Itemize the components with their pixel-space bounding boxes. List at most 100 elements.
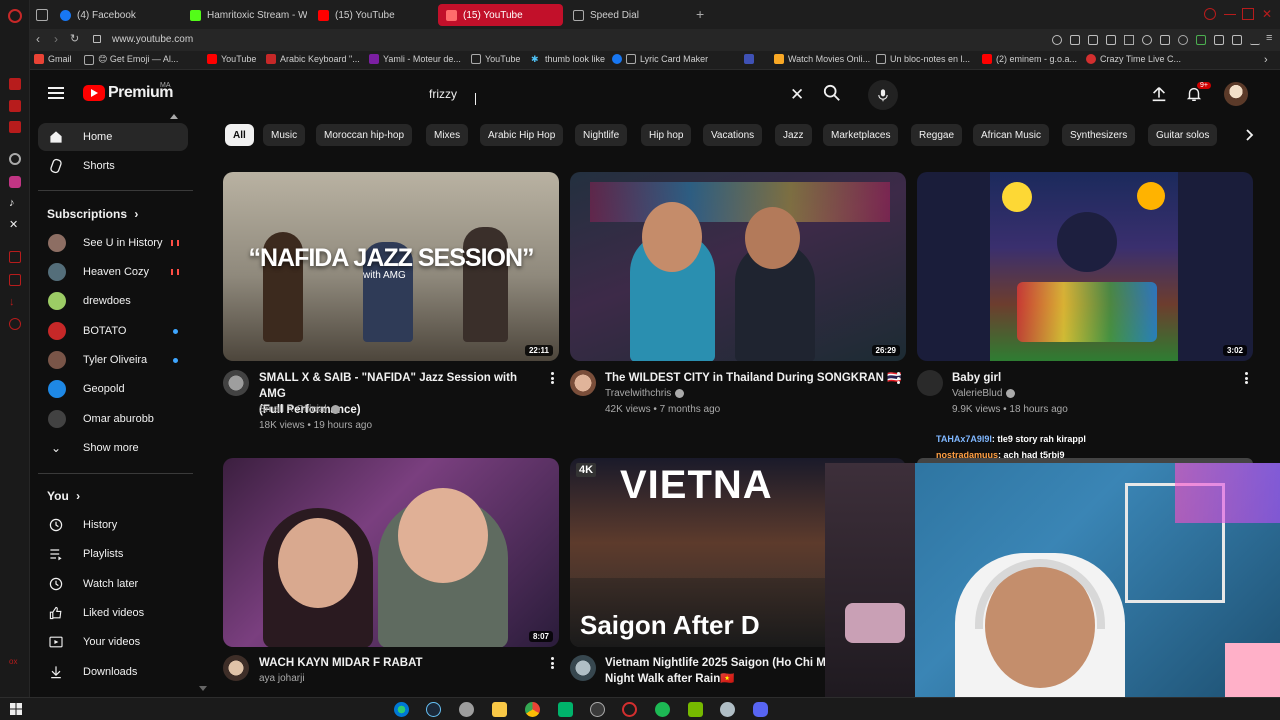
settings-icon[interactable] — [9, 318, 21, 330]
player-icon[interactable] — [1142, 35, 1152, 45]
opera-logo-icon[interactable] — [8, 9, 22, 23]
chip-filter[interactable]: Mixes — [426, 124, 469, 146]
subscription-item[interactable]: Tyler Oliveira — [38, 346, 188, 374]
bookmark-item[interactable]: Un bloc-notes en l... — [876, 54, 970, 64]
app-icon[interactable] — [459, 702, 474, 717]
nav-shorts[interactable]: Shorts — [38, 152, 188, 180]
account-avatar[interactable] — [1224, 82, 1248, 106]
show-more-button[interactable]: ⌄ Show more — [38, 434, 188, 462]
opera-gx-icon[interactable] — [622, 702, 637, 717]
subscriptions-heading[interactable]: Subscriptions › — [47, 207, 138, 221]
obs-icon[interactable] — [590, 702, 605, 717]
video-title[interactable]: Vietnam Nightlife 2025 Saigon (Ho Chi Mi… — [605, 655, 825, 687]
bookmarks-icon[interactable] — [9, 274, 21, 286]
chip-filter[interactable]: Jazz — [775, 124, 812, 146]
bookmark-item[interactable]: (2) eminem - g.o.a... — [982, 54, 1077, 64]
telegram-icon[interactable] — [9, 121, 21, 133]
download-icon[interactable] — [1250, 35, 1260, 45]
tab-youtube[interactable]: (15) YouTube — [310, 4, 435, 26]
camera-icon[interactable] — [1088, 35, 1098, 45]
vpn-icon[interactable] — [9, 153, 21, 165]
channel-avatar[interactable] — [570, 655, 596, 681]
more-options-icon[interactable] — [897, 372, 900, 384]
tab-youtube-active[interactable]: (15) YouTube — [438, 4, 563, 26]
maximize-icon[interactable] — [1242, 8, 1254, 20]
more-options-icon[interactable] — [551, 657, 554, 669]
chips-next-icon[interactable] — [1238, 124, 1260, 146]
easy-setup-icon[interactable]: ≡ — [1266, 32, 1272, 44]
search-icon[interactable] — [823, 84, 841, 102]
app-icon[interactable] — [720, 702, 735, 717]
video-title[interactable]: The WILDEST CITY in Thailand During SONG… — [605, 370, 902, 386]
bookmark-item[interactable]: YouTube — [207, 54, 256, 64]
forward-icon[interactable]: › — [54, 32, 58, 46]
upload-icon[interactable] — [1150, 85, 1168, 103]
channel-name[interactable]: Small X Official — [259, 402, 340, 418]
messenger-icon[interactable] — [9, 78, 21, 90]
video-thumbnail[interactable]: “NAFIDA JAZZ SESSION” with AMG 22:11 — [223, 172, 559, 361]
bookmark-star-icon[interactable] — [1124, 35, 1134, 45]
zoom-icon[interactable] — [1052, 35, 1062, 45]
bookmark-item[interactable]: Gmail — [34, 54, 72, 64]
channel-avatar[interactable] — [917, 370, 943, 396]
subscription-item[interactable]: BOTATO — [38, 317, 188, 345]
instagram-icon[interactable] — [9, 176, 21, 188]
bookmark-item[interactable]: Lyric Card Maker — [612, 54, 708, 64]
chip-filter[interactable]: Hip hop — [641, 124, 692, 146]
windows-start-icon[interactable] — [10, 703, 22, 715]
channel-avatar[interactable] — [223, 370, 249, 396]
reload-icon[interactable]: ↻ — [70, 32, 79, 45]
voice-search-button[interactable] — [868, 80, 898, 110]
x-twitter-icon[interactable]: ✕ — [9, 219, 21, 231]
bookmark-item[interactable]: Watch Movies Onli... — [774, 54, 870, 64]
wallet-icon[interactable] — [1160, 35, 1170, 45]
chip-filter[interactable]: Guitar solos — [1148, 124, 1218, 146]
snapshot-icon[interactable] — [1232, 35, 1242, 45]
extension-icon[interactable] — [1196, 35, 1206, 45]
video-title[interactable]: Baby girl — [952, 370, 1237, 386]
scroll-up-arrow-icon[interactable] — [170, 113, 178, 119]
nav-your-videos[interactable]: Your videos — [38, 628, 188, 656]
discord-icon[interactable] — [753, 702, 768, 717]
tab-facebook[interactable]: (4) Facebook — [52, 4, 182, 26]
menu-icon[interactable] — [48, 87, 64, 99]
steam-icon[interactable] — [426, 702, 441, 717]
channel-name[interactable]: Travelwithchris — [605, 386, 685, 402]
extensions-puzzle-icon[interactable] — [1214, 35, 1224, 45]
downloads-icon[interactable]: ↓ — [9, 296, 21, 308]
you-heading[interactable]: You › — [47, 489, 80, 503]
more-options-icon[interactable] — [551, 372, 554, 384]
subscription-item[interactable]: drewdoes — [38, 287, 188, 315]
nvidia-icon[interactable] — [688, 702, 703, 717]
bookmarks-overflow-icon[interactable]: › — [1264, 54, 1268, 66]
tiktok-icon[interactable]: ♪ — [9, 197, 21, 209]
subscription-item[interactable]: Geopold — [38, 375, 188, 403]
edge-icon[interactable] — [394, 702, 409, 717]
share-icon[interactable] — [1106, 35, 1116, 45]
bookmark-item[interactable] — [744, 54, 754, 64]
clear-search-icon[interactable]: ✕ — [790, 85, 804, 105]
pin-icon[interactable] — [1070, 35, 1080, 45]
chip-filter[interactable]: Nightlife — [575, 124, 628, 146]
more-options-icon[interactable] — [1245, 372, 1248, 384]
minimize-icon[interactable] — [1224, 8, 1236, 15]
channel-avatar[interactable] — [570, 370, 596, 396]
nav-history[interactable]: History — [38, 511, 188, 539]
scroll-down-arrow-icon[interactable] — [199, 686, 207, 691]
video-thumbnail[interactable]: 8:07 — [223, 458, 559, 647]
chip-filter[interactable]: Moroccan hip-hop — [316, 124, 413, 146]
subscription-item[interactable]: Omar aburobb — [38, 405, 188, 433]
chip-filter[interactable]: Arabic Hip Hop — [480, 124, 564, 146]
nav-home[interactable]: Home — [38, 123, 188, 151]
bookmark-item[interactable]: YouTube — [471, 54, 520, 64]
search-tabs-icon[interactable] — [1204, 8, 1216, 20]
channel-name[interactable]: aya joharji — [259, 671, 305, 687]
chrome-icon[interactable] — [525, 702, 540, 717]
subscription-item[interactable]: See U in History ... — [38, 229, 188, 257]
nav-playlists[interactable]: Playlists — [38, 540, 188, 568]
close-window-icon[interactable]: ✕ — [1262, 8, 1274, 20]
chip-filter[interactable]: Reggae — [911, 124, 963, 146]
bulb-icon[interactable] — [1178, 35, 1188, 45]
channel-avatar[interactable] — [223, 655, 249, 681]
app-green-icon[interactable] — [558, 702, 573, 717]
